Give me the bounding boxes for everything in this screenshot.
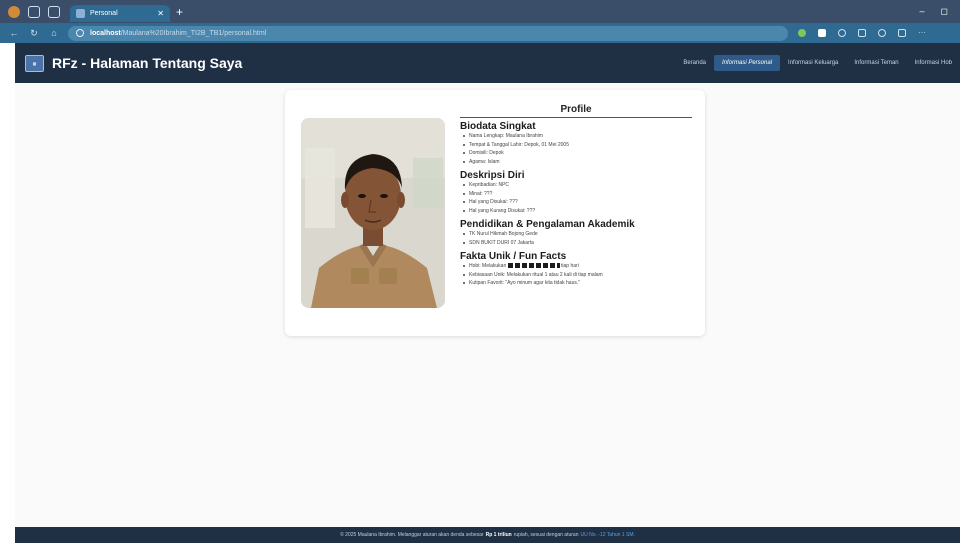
site-brand: RFz - Halaman Tentang Saya [52,55,243,71]
page-favicon-icon [76,9,85,18]
hobi-prefix: Hobi: Melakukan [469,263,507,269]
browser-toolbar-icons: ··· [798,29,926,37]
home-icon[interactable]: ⌂ [48,28,60,38]
new-tab-icon[interactable]: + [176,5,183,19]
redacted-block [507,263,560,268]
fakta-heading: Fakta Unik / Fun Facts [460,251,567,262]
nav-link-informasi-teman[interactable]: Informasi Teman [846,55,906,71]
profile-content: Profile Biodata Singkat Nama Lengkap: Ma… [460,104,692,288]
list-item: TK Nurul Hikmah Bojong Gede [460,230,692,239]
extension-2-icon[interactable] [818,29,826,37]
deskripsi-list: Kepribadian: NPC Minat: ??? Hal yang Dis… [460,181,692,215]
deskripsi-heading: Deskripsi Diri [460,170,525,181]
profile-avatar-icon[interactable] [8,5,20,18]
list-item: Hal yang Disukai: ??? [460,198,692,207]
collections-icon[interactable] [898,29,906,37]
favorites-icon[interactable] [858,29,866,37]
more-icon[interactable]: ··· [918,29,926,37]
browser-tab[interactable]: Personal ✕ [70,5,170,22]
footer-amount: Rp 1 triliun [485,532,512,538]
list-item: SDN BUKIT DURI 07 Jakarta [460,239,692,248]
workspaces-icon[interactable] [28,5,40,18]
back-icon[interactable]: ← [8,28,20,38]
list-item: Kutipan Favorit: "Ayo minum agar kita ti… [460,279,692,288]
tab-actions-icon[interactable] [48,5,60,18]
biodata-list: Nama Lengkap: Maulana Ibrahim Tempat & T… [460,132,692,166]
site-footer: © 2025 Maulana Ibrahim. Melanggar aturan… [15,527,960,543]
read-aloud-icon[interactable] [838,29,846,37]
page-viewport: ▦ RFz - Halaman Tentang Saya Beranda Inf… [15,43,960,543]
list-item: Nama Lengkap: Maulana Ibrahim [460,132,692,141]
fakta-list: Hobi: Melakukan tiap hari Kebiasaan Unik… [460,262,692,288]
nav-link-beranda[interactable]: Beranda [675,55,714,71]
footer-prefix: © 2025 Maulana Ibrahim. Melanggar aturan… [340,532,484,538]
list-item-hobi: Hobi: Melakukan tiap hari [460,262,692,271]
biodata-heading: Biodata Singkat [460,121,536,132]
hobi-suffix: tiap hari [561,263,579,269]
url-field[interactable]: localhost /Maulana%20Ibrahim_TI2B_TB1/pe… [68,25,788,41]
profile-title: Profile [460,104,692,118]
address-toolbar: ← ↻ ⌂ localhost /Maulana%20Ibrahim_TI2B_… [0,23,960,43]
list-item: Tempat & Tanggal Lahir: Depok, 01 Mei 20… [460,141,692,150]
browser-tab-strip: Personal ✕ + – ◻ [0,0,960,23]
history-icon[interactable] [878,29,886,37]
list-item: Kepribadian: NPC [460,181,692,190]
url-path: /Maulana%20Ibrahim_TI2B_TB1/personal.htm… [120,29,267,37]
site-info-icon[interactable] [76,29,84,37]
footer-middle: rupiah, sesuai dengan aturan [513,532,579,538]
close-tab-icon[interactable]: ✕ [157,9,164,18]
nav-link-informasi-personal[interactable]: Informasi Personal [714,55,781,71]
site-menu: Beranda Informasi Personal Informasi Kel… [675,55,960,71]
url-host: localhost [90,29,121,37]
list-item: Minat: ??? [460,190,692,199]
list-item: Hal yang Kurang Disukai: ??? [460,207,692,216]
window-controls: – ◻ [920,6,949,17]
profile-photo-illustration [301,118,445,308]
nav-link-informasi-hobi[interactable]: Informasi Hob [907,55,960,71]
pendidikan-heading: Pendidikan & Pengalaman Akademik [460,219,635,230]
profile-photo [301,118,445,308]
extension-icon[interactable] [798,29,806,37]
site-navbar: ▦ RFz - Halaman Tentang Saya Beranda Inf… [15,43,960,83]
maximize-icon[interactable]: ◻ [941,6,948,17]
minimize-icon[interactable]: – [920,6,925,17]
list-item: Kebiasaan Unik: Melakukan ritual 1 atau … [460,271,692,280]
nav-link-informasi-keluarga[interactable]: Informasi Keluarga [780,55,846,71]
profile-card: Profile Biodata Singkat Nama Lengkap: Ma… [285,90,705,336]
refresh-icon[interactable]: ↻ [28,28,40,39]
tab-title: Personal [90,10,118,17]
list-item: Domisili: Depok [460,149,692,158]
pendidikan-list: TK Nurul Hikmah Bojong Gede SDN BUKIT DU… [460,230,692,247]
site-logo: ▦ [25,54,44,72]
list-item: Agama: Islam [460,158,692,167]
footer-law-link[interactable]: UU No. -12 Tahun 1 SM. [581,532,635,538]
